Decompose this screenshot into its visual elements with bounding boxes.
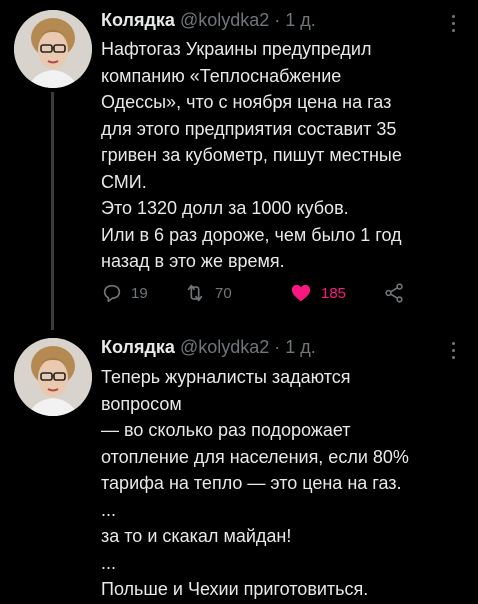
avatar[interactable] xyxy=(14,338,92,416)
text-line: Это 1320 долл за 1000 кубов. xyxy=(101,198,349,218)
avatar[interactable] xyxy=(14,10,92,88)
text-line: — во сколько раз подорожает xyxy=(101,420,351,440)
retweet-count: 70 xyxy=(215,284,232,302)
text-line: Или в 6 раз дороже, чем было 1 год xyxy=(101,224,402,245)
text-line: компанию «Теплоснабжение xyxy=(101,65,342,86)
reply-icon xyxy=(103,284,121,303)
reply-count: 19 xyxy=(131,284,148,302)
reply-button[interactable]: 19 xyxy=(101,282,148,304)
tweet-header: Колядка @kolydka2 · 1 д. xyxy=(101,10,316,31)
tweet[interactable]: Колядка @kolydka2 · 1 д. Нафтогаз Украин… xyxy=(0,0,478,330)
text-line: Теперь журналисты задаются xyxy=(101,367,351,387)
text-line: вопросом xyxy=(101,393,182,414)
text-line: Одессы», что с ноября цена на газ xyxy=(101,92,392,112)
share-button[interactable] xyxy=(383,282,405,304)
author-name[interactable]: Колядка xyxy=(101,337,175,357)
text-line: назад в это же время. xyxy=(101,251,285,271)
text-line: за то и скакал майдан! xyxy=(101,526,292,546)
more-icon[interactable] xyxy=(452,342,456,363)
text-line: Польше и Чехии приготовиться. xyxy=(101,579,369,599)
text-line: тарифа на тепло — это цена на газ. xyxy=(101,473,402,493)
tweet-text: Нафтогаз Украины предупредил компанию «Т… xyxy=(101,36,466,275)
tweet-time[interactable]: 1 д. xyxy=(285,10,316,30)
retweet-icon xyxy=(187,284,203,302)
like-button[interactable]: 185 xyxy=(289,282,346,304)
more-icon[interactable] xyxy=(452,15,456,36)
text-line: гривен за кубометр, пишут местные xyxy=(101,145,402,165)
separator: · xyxy=(274,10,281,30)
author-handle[interactable]: @kolydka2 xyxy=(180,10,269,30)
text-line: ... xyxy=(101,552,117,573)
separator: · xyxy=(274,337,281,357)
text-line: для этого предприятия составит 35 xyxy=(101,118,397,139)
retweet-button[interactable]: 70 xyxy=(183,282,232,304)
tweet[interactable]: Колядка @kolydka2 · 1 д. Теперь журналис… xyxy=(0,330,478,604)
share-icon xyxy=(385,283,403,303)
tweet-actions: 19 70 185 xyxy=(101,282,431,312)
text-line: СМИ. xyxy=(101,171,147,192)
author-name[interactable]: Колядка xyxy=(101,10,175,30)
tweet-time[interactable]: 1 д. xyxy=(285,337,316,357)
author-handle[interactable]: @kolydka2 xyxy=(180,337,269,357)
text-line: отопление для населения, если 80% xyxy=(101,446,409,467)
text-line: ... xyxy=(101,499,117,520)
tweet-text: Теперь журналисты задаются вопросом — во… xyxy=(101,364,466,603)
heart-icon xyxy=(291,284,311,302)
like-count: 185 xyxy=(321,284,347,302)
text-line: Нафтогаз Украины предупредил xyxy=(101,39,372,59)
tweet-header: Колядка @kolydka2 · 1 д. xyxy=(101,337,316,358)
thread-line xyxy=(51,92,54,330)
